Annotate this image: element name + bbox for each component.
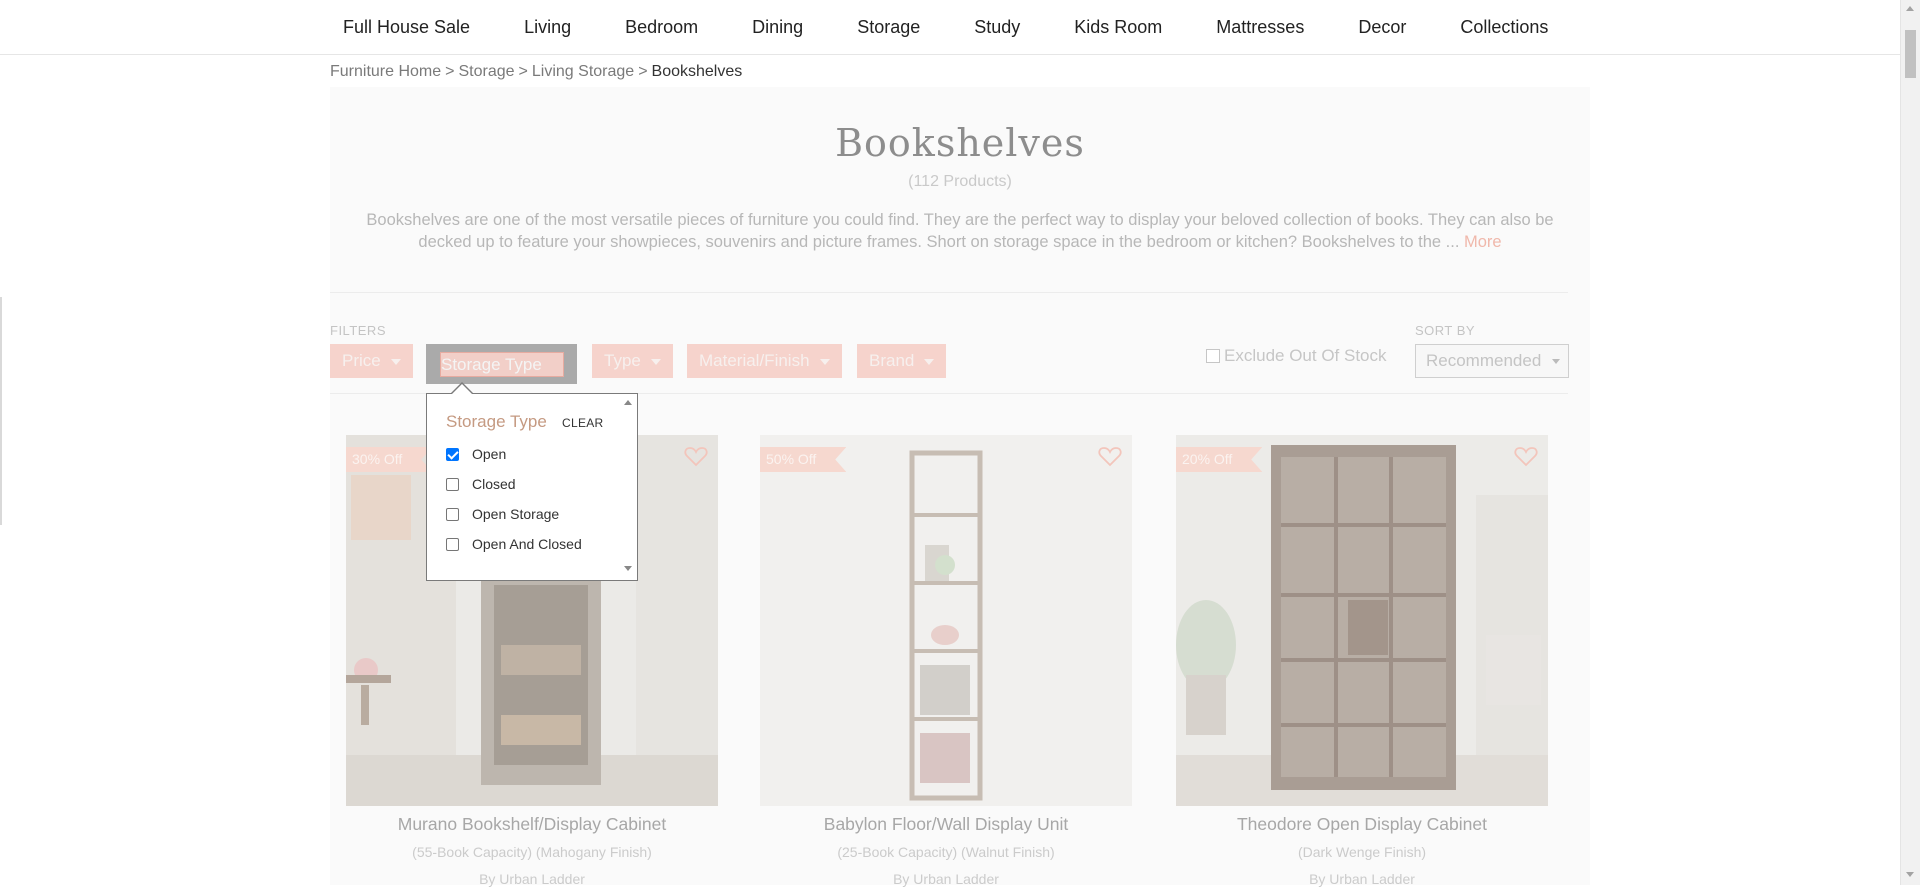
option-closed-checkbox[interactable] (446, 477, 459, 491)
breadcrumb-storage[interactable]: Storage (459, 63, 515, 80)
filter-brand-label: Brand (869, 351, 915, 370)
nav-item-dining[interactable]: Dining (725, 17, 830, 38)
option-open-and-closed-checkbox[interactable] (446, 537, 459, 551)
filter-storage-type-label: Storage Type (440, 352, 564, 377)
scrollbar-thumb[interactable] (1905, 30, 1916, 78)
chevron-down-icon (390, 358, 401, 365)
nav-item-decor[interactable]: Decor (1331, 17, 1433, 38)
nav-item-full-house-sale[interactable]: Full House Sale (326, 17, 497, 38)
breadcrumb-furniture-home[interactable]: Furniture Home (330, 63, 441, 80)
page-title: Bookshelves (835, 121, 1085, 165)
category-description: Bookshelves are one of the most versatil… (340, 209, 1580, 253)
clear-button[interactable]: CLEAR (562, 416, 604, 430)
discount-badge: 50% Off (760, 447, 847, 472)
chevron-down-icon (924, 358, 935, 365)
filter-material-label: Material/Finish (699, 351, 810, 370)
product-image[interactable]: 20% Off (1176, 435, 1548, 806)
discount-badge: 30% Off (346, 447, 433, 472)
filter-type-label: Type (604, 351, 641, 370)
breadcrumb-living-storage[interactable]: Living Storage (532, 63, 634, 80)
top-navigation: Full House Sale Living Bedroom Dining St… (0, 0, 1900, 55)
left-edge-tab (0, 297, 2, 525)
wishlist-heart-icon[interactable] (684, 445, 708, 467)
chevron-down-icon (1552, 359, 1560, 364)
filter-storage-type-button[interactable]: Storage Type (426, 344, 577, 384)
scroll-up-arrow-icon[interactable] (624, 400, 632, 405)
storage-type-dropdown: Storage Type CLEAR Open Closed Open Stor… (426, 393, 638, 581)
product-name[interactable]: Murano Bookshelf/Display Cabinet (346, 814, 718, 835)
breadcrumb: Furniture Home > Storage > Living Storage > Bo… (330, 63, 742, 81)
product-name[interactable]: Theodore Open Display Cabinet (1176, 814, 1548, 835)
breadcrumb-separator: > (518, 63, 528, 80)
option-closed[interactable]: Closed (446, 476, 516, 492)
product-name[interactable]: Babylon Floor/Wall Display Unit (760, 814, 1132, 835)
sort-by-label: SORT BY (1415, 323, 1476, 338)
option-open-storage[interactable]: Open Storage (446, 506, 559, 522)
display-unit-photo (760, 435, 1132, 806)
scroll-down-arrow-icon[interactable] (624, 566, 632, 571)
more-link[interactable]: More (1464, 233, 1502, 251)
filter-type-button[interactable]: Type (592, 344, 673, 378)
filter-material-button[interactable]: Material/Finish (687, 344, 842, 378)
chevron-down-icon (819, 358, 830, 365)
breadcrumb-current: Bookshelves (651, 63, 743, 80)
filter-brand-button[interactable]: Brand (857, 344, 947, 378)
filter-price-label: Price (342, 351, 381, 370)
cabinet-photo (1176, 435, 1548, 806)
chevron-down-icon (650, 358, 661, 365)
product-count: (112 Products) (908, 173, 1012, 190)
product-image[interactable]: 50% Off (760, 435, 1132, 806)
option-label: Closed (472, 476, 516, 492)
nav-item-collections[interactable]: Collections (1433, 17, 1575, 38)
dropdown-scrollbar[interactable] (620, 394, 637, 580)
filters-label: FILTERS (330, 323, 386, 338)
description-text: Bookshelves are one of the most versatil… (366, 211, 1554, 251)
filter-price-button[interactable]: Price (330, 344, 413, 378)
breadcrumb-separator: > (638, 63, 648, 80)
wishlist-heart-icon[interactable] (1098, 445, 1122, 467)
product-subtitle: (25-Book Capacity) (Walnut Finish) (837, 844, 1055, 860)
option-open-storage-checkbox[interactable] (446, 507, 459, 521)
sort-select[interactable]: Recommended (1415, 344, 1569, 378)
breadcrumb-separator: > (445, 63, 455, 80)
option-open-and-closed[interactable]: Open And Closed (446, 536, 582, 552)
product-subtitle: (55-Book Capacity) (Mahogany Finish) (412, 844, 652, 860)
exclude-out-of-stock[interactable]: Exclude Out Of Stock (1206, 346, 1387, 366)
option-label: Open And Closed (472, 536, 582, 552)
nav-item-kids-room[interactable]: Kids Room (1047, 17, 1189, 38)
option-open[interactable]: Open (446, 446, 506, 462)
product-subtitle: (Dark Wenge Finish) (1297, 844, 1427, 860)
scroll-down-arrow-icon[interactable] (1906, 872, 1914, 877)
option-label: Open (472, 446, 507, 462)
nav-item-mattresses[interactable]: Mattresses (1189, 17, 1331, 38)
nav-item-bedroom[interactable]: Bedroom (598, 17, 725, 38)
popup-arrow-fill (452, 384, 472, 394)
exclude-out-of-stock-checkbox[interactable] (1206, 349, 1220, 363)
scroll-up-arrow-icon[interactable] (1906, 6, 1914, 11)
dropdown-title: Storage Type (446, 412, 547, 431)
nav-item-living[interactable]: Living (497, 17, 598, 38)
wishlist-heart-icon[interactable] (1514, 445, 1538, 467)
nav-menu: Full House Sale Living Bedroom Dining St… (326, 0, 1575, 54)
sort-select-value: Recommended (1426, 351, 1542, 370)
nav-item-study[interactable]: Study (947, 17, 1047, 38)
option-label: Open Storage (472, 506, 560, 522)
exclude-out-of-stock-label: Exclude Out Of Stock (1224, 346, 1387, 365)
page-scrollbar[interactable] (1900, 0, 1920, 885)
discount-badge: 20% Off (1176, 447, 1263, 472)
option-open-checkbox[interactable] (446, 447, 459, 461)
divider (330, 292, 1568, 293)
nav-item-storage[interactable]: Storage (830, 17, 947, 38)
